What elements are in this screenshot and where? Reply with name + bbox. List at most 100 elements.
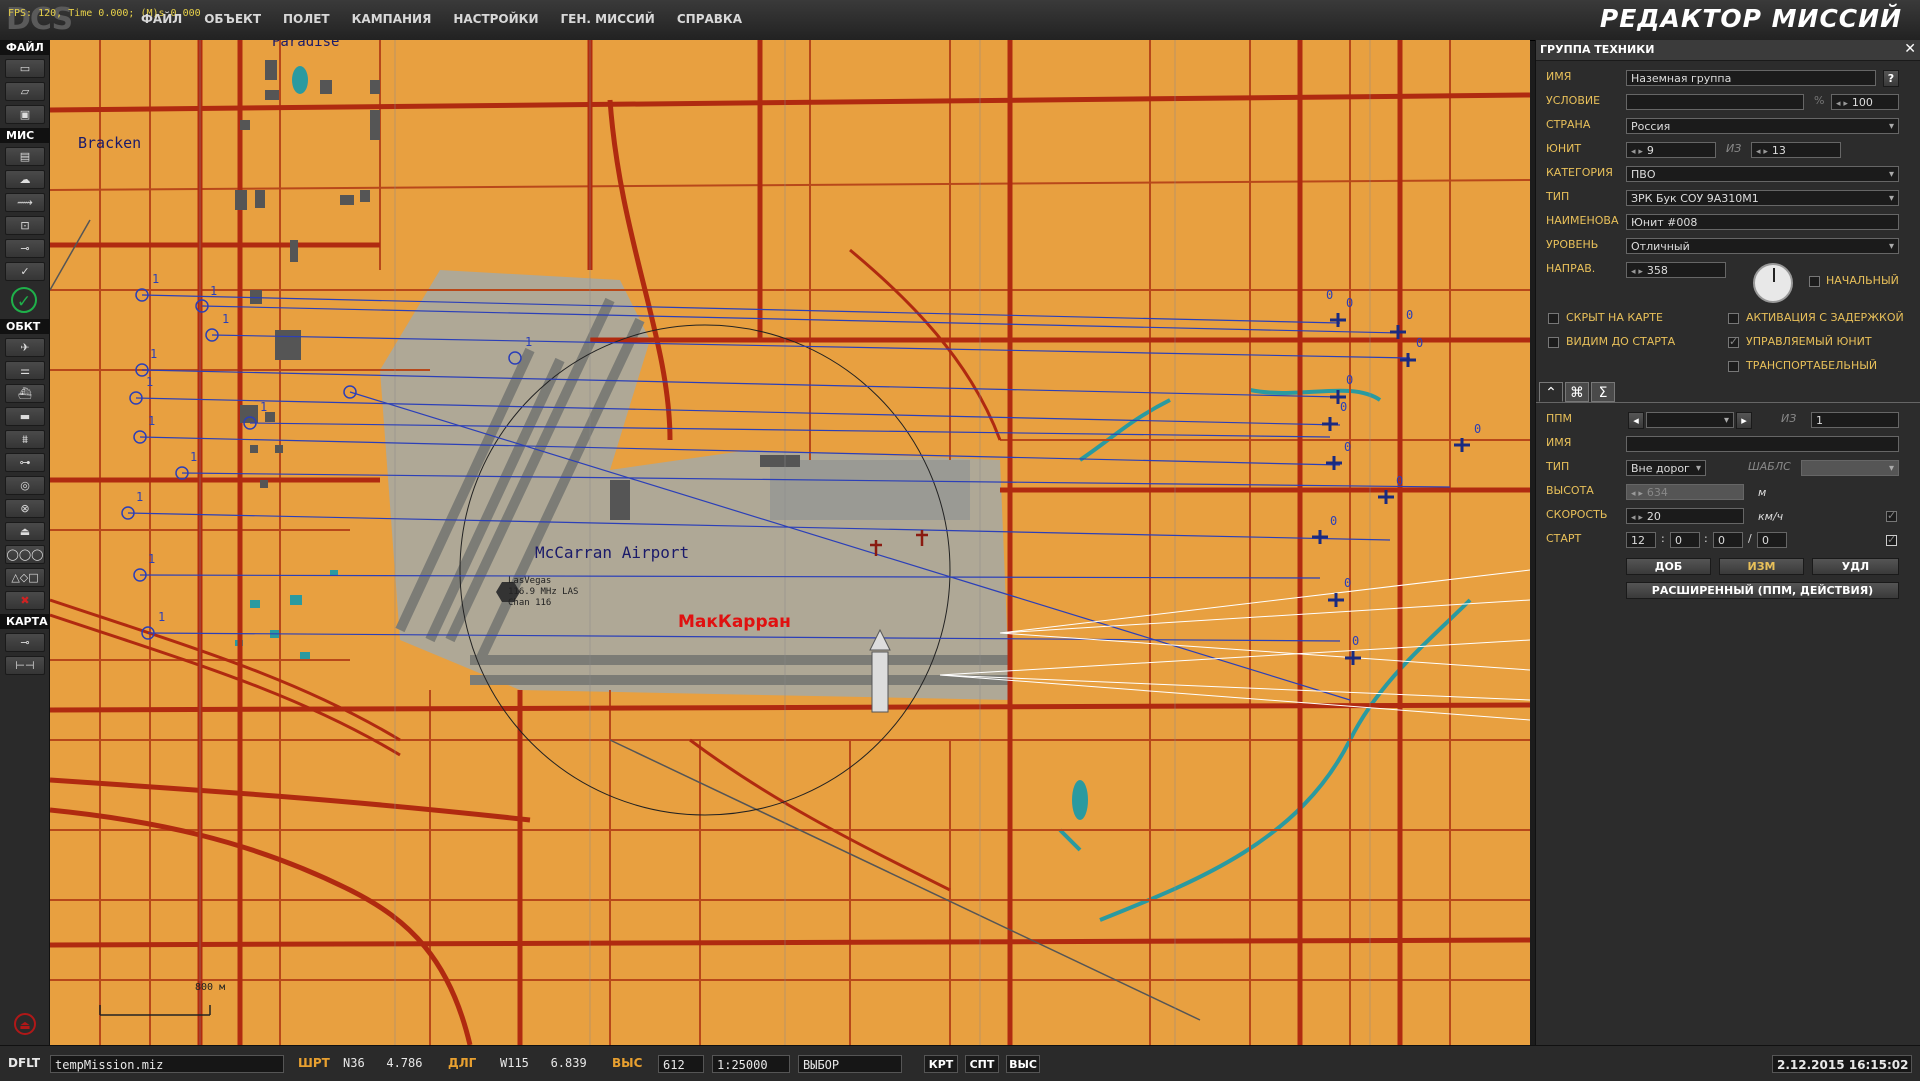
advanced-actions-button[interactable]: РАСШИРЕННЫЙ (ППМ, ДЕЙСТВИЯ): [1626, 582, 1899, 599]
close-icon[interactable]: ✕: [1904, 41, 1916, 57]
waypoint-number: 1: [148, 552, 156, 566]
condition-input[interactable]: [1626, 94, 1804, 110]
prev-waypoint-button[interactable]: ◂: [1628, 412, 1644, 429]
summary-tab-icon[interactable]: Σ: [1591, 382, 1615, 402]
template-icon[interactable]: ◯◯◯: [5, 545, 45, 564]
map-mode-button[interactable]: КРТ: [924, 1055, 958, 1073]
water: [1058, 388, 1472, 922]
open-file-icon[interactable]: ▱: [5, 82, 45, 101]
target-icon[interactable]: ⊡: [5, 216, 45, 235]
edit-waypoint-button[interactable]: ИЗМ: [1719, 558, 1804, 575]
map-view[interactable]: Paradise Bracken McCarran Airport МакКар…: [50, 40, 1530, 1045]
initial-checkbox[interactable]: [1809, 276, 1820, 287]
navpoint-icon[interactable]: ⏏: [5, 522, 45, 541]
unit-total-stepper[interactable]: ◂ ▸ 13: [1751, 142, 1841, 158]
heading-stepper[interactable]: ◂ ▸ 358: [1626, 262, 1726, 278]
toolbar-map-header: КАРТА: [0, 614, 49, 629]
unit-stepper[interactable]: ◂ ▸ 9: [1626, 142, 1716, 158]
transportable-checkbox[interactable]: [1728, 361, 1739, 372]
measure-icon[interactable]: ⊢⊣: [5, 656, 45, 675]
menu-help[interactable]: СПРАВКА: [666, 10, 753, 28]
check-icon[interactable]: ✓: [5, 262, 45, 281]
menu-campaign[interactable]: КАМПАНИЯ: [341, 10, 443, 28]
ok-check-icon[interactable]: ✓: [11, 287, 37, 313]
navaid-channel: Chan 116: [508, 598, 552, 608]
controlled-unit-label: УПРАВЛЯЕМЫЙ ЮНИТ: [1746, 335, 1872, 348]
static-icon[interactable]: ⊶: [5, 453, 45, 472]
unit-value: 9: [1646, 144, 1654, 157]
skill-dropdown[interactable]: Отличный: [1626, 238, 1899, 255]
waypoint-number: 1: [210, 284, 218, 298]
controlled-unit-checkbox[interactable]: [1728, 335, 1739, 348]
helicopter-icon[interactable]: ⚌: [5, 361, 45, 380]
start-hours-input[interactable]: 12: [1626, 532, 1656, 548]
visible-before-start-checkbox[interactable]: [1548, 337, 1559, 348]
date-time-field: 2.12.2015 16:15:02: [1772, 1055, 1912, 1073]
transportable-label: ТРАНСПОРТАБЕЛЬНЫЙ: [1746, 359, 1878, 372]
zone-icon[interactable]: ◎: [5, 476, 45, 495]
delayed-activation-checkbox[interactable]: [1728, 313, 1739, 324]
speed-stepper[interactable]: ◂ ▸ 20: [1626, 508, 1744, 524]
actions-tab-icon[interactable]: ⌘: [1565, 382, 1589, 402]
eject-icon[interactable]: ⏏: [14, 1013, 36, 1035]
speed-lock-checkbox[interactable]: [1886, 509, 1897, 522]
weather-icon[interactable]: ☁: [5, 170, 45, 189]
add-waypoint-button[interactable]: ДОБ: [1626, 558, 1711, 575]
template-dropdown[interactable]: [1801, 460, 1899, 477]
start-minutes-input[interactable]: 0: [1670, 532, 1700, 548]
map-key-icon[interactable]: ⊸: [5, 633, 45, 652]
waypoint-number: 1: [146, 375, 154, 389]
unit-name-input[interactable]: Юнит #008: [1626, 214, 1899, 230]
shapes-icon[interactable]: △◇□: [5, 568, 45, 587]
convoy-icon[interactable]: ⩩: [5, 430, 45, 449]
resources-icon[interactable]: ⊸: [5, 239, 45, 258]
map-label-airport: McCarran Airport: [535, 543, 690, 562]
waypoint-dropdown[interactable]: [1646, 412, 1734, 429]
menu-object[interactable]: ОБЪЕКТ: [193, 10, 272, 28]
briefing-icon[interactable]: ▤: [5, 147, 45, 166]
group-name-input[interactable]: Наземная группа: [1626, 70, 1876, 86]
probability-value: 100: [1851, 96, 1873, 109]
hidden-on-map-checkbox[interactable]: [1548, 313, 1559, 324]
panel-title: ГРУППА ТЕХНИКИ: [1536, 40, 1920, 61]
start-time-checkbox[interactable]: [1886, 533, 1897, 546]
menu-file[interactable]: ФАЙЛ: [130, 10, 193, 28]
menu-settings[interactable]: НАСТРОЙКИ: [442, 10, 549, 28]
heading-dial[interactable]: [1753, 263, 1793, 303]
menu-mission-generator[interactable]: ГЕН. МИССИЙ: [550, 10, 666, 28]
map-grid: [199, 40, 1371, 1045]
next-waypoint-button[interactable]: ▸: [1736, 412, 1752, 429]
type-dropdown[interactable]: ЗРК Бук СОУ 9А310М1: [1626, 190, 1899, 207]
route-tab-icon[interactable]: ⌃: [1539, 382, 1563, 402]
waypoint-type-dropdown[interactable]: Вне дорог: [1626, 460, 1706, 477]
map-canvas[interactable]: [50, 40, 1530, 1045]
ship-icon[interactable]: ⛴: [5, 384, 45, 403]
triggers-icon[interactable]: ⟿: [5, 193, 45, 212]
plane-icon[interactable]: ✈: [5, 338, 45, 357]
group-properties-panel: ГРУППА ТЕХНИКИ ✕ ИМЯ Наземная группа ? У…: [1535, 40, 1920, 1045]
probability-stepper[interactable]: ◂ ▸ 100: [1831, 94, 1899, 110]
waypoint-number: 1: [152, 272, 160, 286]
vision-lines: [939, 569, 1530, 721]
save-file-icon[interactable]: ▣: [5, 105, 45, 124]
altitude-stepper[interactable]: ◂ ▸ 634: [1626, 484, 1744, 500]
waypoint-number: 1: [190, 450, 198, 464]
bullseye-icon[interactable]: ⊗: [5, 499, 45, 518]
country-dropdown[interactable]: Россия: [1626, 118, 1899, 135]
scale-label: 800 м: [195, 982, 226, 993]
altitude-mode-button[interactable]: ВЫС: [1006, 1055, 1040, 1073]
day-separator: /: [1748, 532, 1752, 545]
vehicle-icon[interactable]: ▬: [5, 407, 45, 426]
new-file-button[interactable]: ▭: [5, 59, 45, 78]
waypoint-type-label: ТИП: [1546, 460, 1570, 473]
start-day-input[interactable]: 0: [1757, 532, 1787, 548]
waypoint-number: 1: [525, 335, 533, 349]
start-seconds-input[interactable]: 0: [1713, 532, 1743, 548]
satellite-mode-button[interactable]: СПТ: [965, 1055, 999, 1073]
waypoint-name-input[interactable]: [1626, 436, 1899, 452]
delete-waypoint-button[interactable]: УДЛ: [1812, 558, 1899, 575]
delete-icon[interactable]: ✖: [5, 591, 45, 610]
menu-flight[interactable]: ПОЛЕТ: [272, 10, 341, 28]
help-button[interactable]: ?: [1883, 70, 1899, 87]
category-dropdown[interactable]: ПВО: [1626, 166, 1899, 183]
